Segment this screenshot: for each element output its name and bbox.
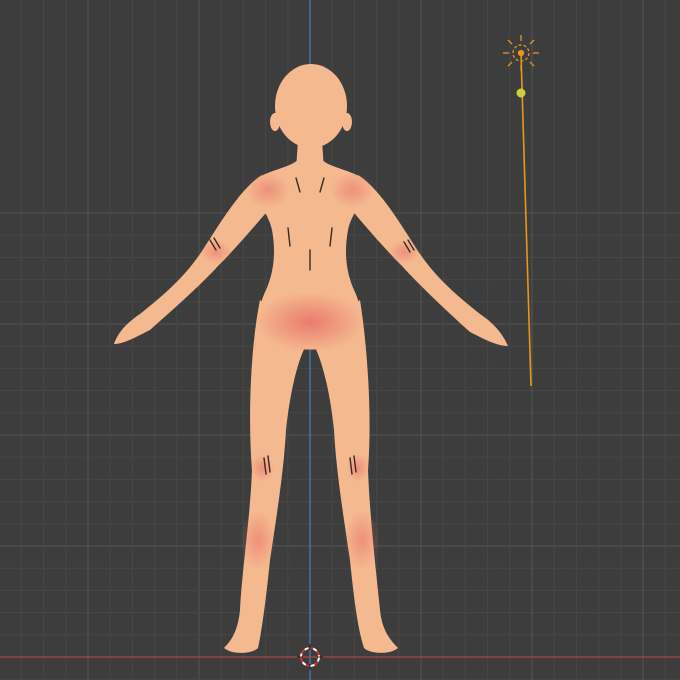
left-arm[interactable] xyxy=(114,175,272,344)
3d-viewport[interactable] xyxy=(0,0,680,680)
sun-lamp-icon[interactable] xyxy=(503,35,539,71)
sun-lamp-object[interactable] xyxy=(503,35,539,387)
light-direction-line[interactable] xyxy=(520,53,532,387)
head[interactable] xyxy=(270,64,352,148)
right-arm[interactable] xyxy=(348,175,508,346)
viewport-canvas[interactable] xyxy=(0,0,680,680)
character-mesh[interactable] xyxy=(114,64,508,653)
light-target-handle[interactable] xyxy=(516,88,526,98)
